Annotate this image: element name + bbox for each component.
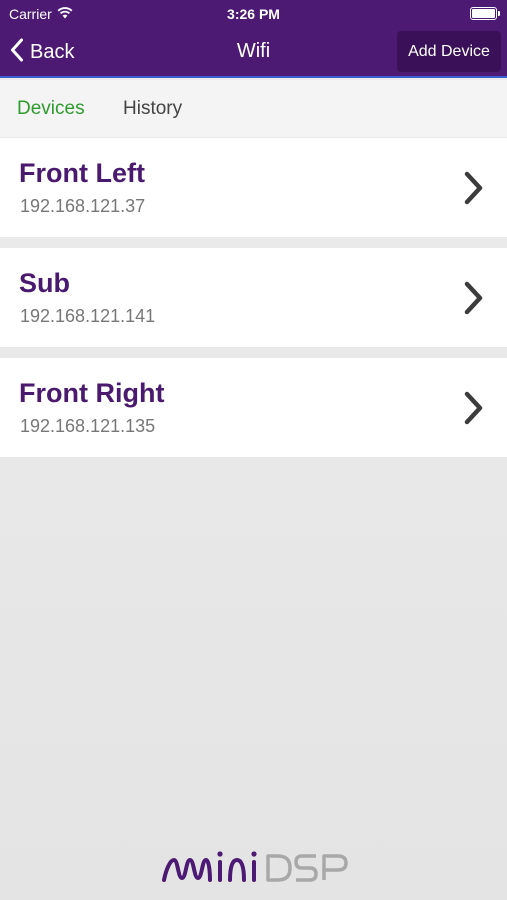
tab-devices[interactable]: Devices xyxy=(17,98,85,120)
segment-tabs: Devices History xyxy=(0,80,507,137)
device-row-front-left[interactable]: Front Left 192.168.121.37 xyxy=(0,138,507,237)
add-device-button[interactable]: Add Device xyxy=(397,31,501,72)
device-ip: 192.168.121.141 xyxy=(20,306,156,326)
chevron-right-icon xyxy=(463,170,485,211)
chevron-right-icon xyxy=(463,390,485,431)
navigation-bar: Back Wifi Add Device xyxy=(0,28,507,76)
device-row-sub[interactable]: Sub 192.168.121.141 xyxy=(0,248,507,347)
device-name: Front Right xyxy=(19,378,165,408)
device-list: Front Left 192.168.121.37 Sub 192.168.12… xyxy=(0,138,507,468)
chevron-right-icon xyxy=(463,280,485,321)
tab-history[interactable]: History xyxy=(123,98,182,120)
status-time: 3:26 PM xyxy=(227,6,280,22)
battery-icon xyxy=(470,7,500,20)
device-ip: 192.168.121.37 xyxy=(20,196,146,216)
minidsp-logo xyxy=(160,848,350,886)
status-bar: Carrier 3:26 PM xyxy=(0,0,507,28)
device-ip: 192.168.121.135 xyxy=(20,416,156,436)
battery-fill xyxy=(472,9,495,18)
device-row-front-right[interactable]: Front Right 192.168.121.135 xyxy=(0,358,507,457)
top-bar: Carrier 3:26 PM Back Wifi Add Device xyxy=(0,0,507,78)
device-name: Sub xyxy=(19,268,70,298)
device-name: Front Left xyxy=(19,158,145,188)
